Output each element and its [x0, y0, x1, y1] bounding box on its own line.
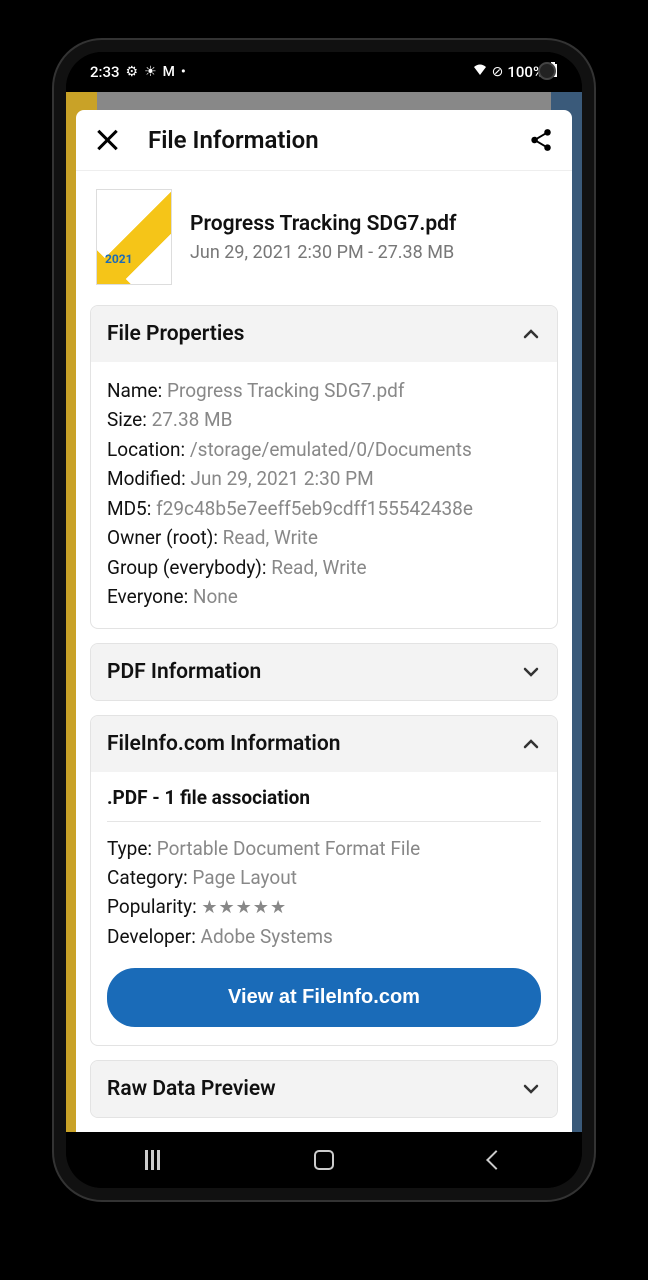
- fi-popularity-label: Popularity:: [107, 895, 201, 918]
- prop-size-label: Size:: [107, 408, 152, 431]
- prop-name-label: Name:: [107, 379, 167, 402]
- file-subtitle: Jun 29, 2021 2:30 PM - 27.38 MB: [190, 242, 552, 263]
- fi-category-label: Category:: [107, 866, 192, 889]
- pdf-info-section: PDF Information: [90, 643, 558, 701]
- file-properties-title: File Properties: [107, 322, 244, 346]
- sheet-header: File Information: [76, 110, 572, 171]
- android-nav-bar: [66, 1132, 582, 1188]
- fileinfo-association: .PDF - 1 file association: [107, 786, 541, 822]
- share-icon[interactable]: [528, 127, 554, 153]
- file-properties-header[interactable]: File Properties: [91, 306, 557, 362]
- prop-name-value: Progress Tracking SDG7.pdf: [167, 379, 405, 402]
- prop-modified-label: Modified:: [107, 467, 190, 490]
- pdf-info-title: PDF Information: [107, 660, 261, 684]
- fileinfo-assoc-row: .PDF - 1 file association: [91, 772, 557, 822]
- fi-type-value: Portable Document Format File: [157, 837, 420, 860]
- chevron-up-icon: [521, 734, 541, 754]
- nav-home-button[interactable]: [310, 1146, 338, 1174]
- file-properties-section: File Properties Name: Progress Tracking …: [90, 305, 558, 629]
- file-header: 2021 Progress Tracking SDG7.pdf Jun 29, …: [90, 189, 558, 285]
- prop-modified-value: Jun 29, 2021 2:30 PM: [190, 467, 373, 490]
- content-scroll[interactable]: 2021 Progress Tracking SDG7.pdf Jun 29, …: [76, 171, 572, 1132]
- file-info-sheet: File Information 2021 Progress Tracking …: [76, 110, 572, 1132]
- chevron-down-icon: [521, 662, 541, 682]
- prop-everyone-label: Everyone:: [107, 585, 193, 608]
- prop-group-value: Read, Write: [271, 556, 366, 579]
- screen: 2:33 ⚙ ☀ M • ⊘ 100% File: [66, 52, 582, 1188]
- nav-back-button[interactable]: [482, 1146, 510, 1174]
- fileinfo-title: FileInfo.com Information: [107, 732, 340, 756]
- status-left: 2:33 ⚙ ☀ M •: [90, 63, 186, 81]
- raw-data-title: Raw Data Preview: [107, 1077, 276, 1101]
- raw-data-header[interactable]: Raw Data Preview: [91, 1061, 557, 1117]
- fi-developer-value: Adobe Systems: [201, 925, 333, 948]
- prop-location-value: /storage/emulated/0/Documents: [190, 438, 472, 461]
- settings-icon: ⚙: [126, 64, 139, 80]
- weather-icon: ☀: [144, 64, 157, 80]
- fi-type-label: Type:: [107, 837, 157, 860]
- status-bar: 2:33 ⚙ ☀ M • ⊘ 100%: [66, 52, 582, 92]
- chevron-up-icon: [521, 324, 541, 344]
- file-thumbnail: 2021: [96, 189, 172, 285]
- fileinfo-header[interactable]: FileInfo.com Information: [91, 716, 557, 772]
- view-fileinfo-button[interactable]: View at FileInfo.com: [107, 968, 541, 1027]
- fileinfo-body: Type: Portable Document Format File Cate…: [91, 822, 557, 1045]
- wifi-icon: [472, 63, 488, 81]
- prop-owner-value: Read, Write: [223, 526, 318, 549]
- prop-md5-value: f29c48b5e7eeff5eb9cdff155542438e: [156, 497, 473, 520]
- close-icon[interactable]: [94, 127, 120, 153]
- prop-group-label: Group (everybody):: [107, 556, 271, 579]
- phone-frame: 2:33 ⚙ ☀ M • ⊘ 100% File: [54, 40, 594, 1200]
- fi-popularity-stars: ★★★★★: [201, 897, 287, 918]
- page-title: File Information: [148, 126, 528, 154]
- camera-cutout: [538, 62, 556, 80]
- raw-data-section: Raw Data Preview: [90, 1060, 558, 1118]
- pdf-info-header[interactable]: PDF Information: [91, 644, 557, 700]
- file-name: Progress Tracking SDG7.pdf: [190, 212, 552, 236]
- nav-recents-button[interactable]: [138, 1146, 166, 1174]
- fi-category-value: Page Layout: [192, 866, 296, 889]
- prop-size-value: 27.38 MB: [152, 408, 233, 431]
- more-icon: •: [181, 64, 186, 80]
- file-properties-body: Name: Progress Tracking SDG7.pdf Size: 2…: [91, 362, 557, 628]
- background-content: File Information 2021 Progress Tracking …: [66, 92, 582, 1132]
- dnd-icon: ⊘: [492, 64, 504, 80]
- gmail-icon: M: [163, 64, 175, 80]
- fi-developer-label: Developer:: [107, 925, 201, 948]
- prop-location-label: Location:: [107, 438, 190, 461]
- thumb-year: 2021: [105, 252, 133, 266]
- prop-everyone-value: None: [193, 585, 238, 608]
- chevron-down-icon: [521, 1079, 541, 1099]
- status-time: 2:33: [90, 63, 120, 81]
- prop-md5-label: MD5:: [107, 497, 156, 520]
- fileinfo-section: FileInfo.com Information .PDF - 1 file a…: [90, 715, 558, 1046]
- prop-owner-label: Owner (root):: [107, 526, 223, 549]
- file-meta: Progress Tracking SDG7.pdf Jun 29, 2021 …: [190, 189, 552, 285]
